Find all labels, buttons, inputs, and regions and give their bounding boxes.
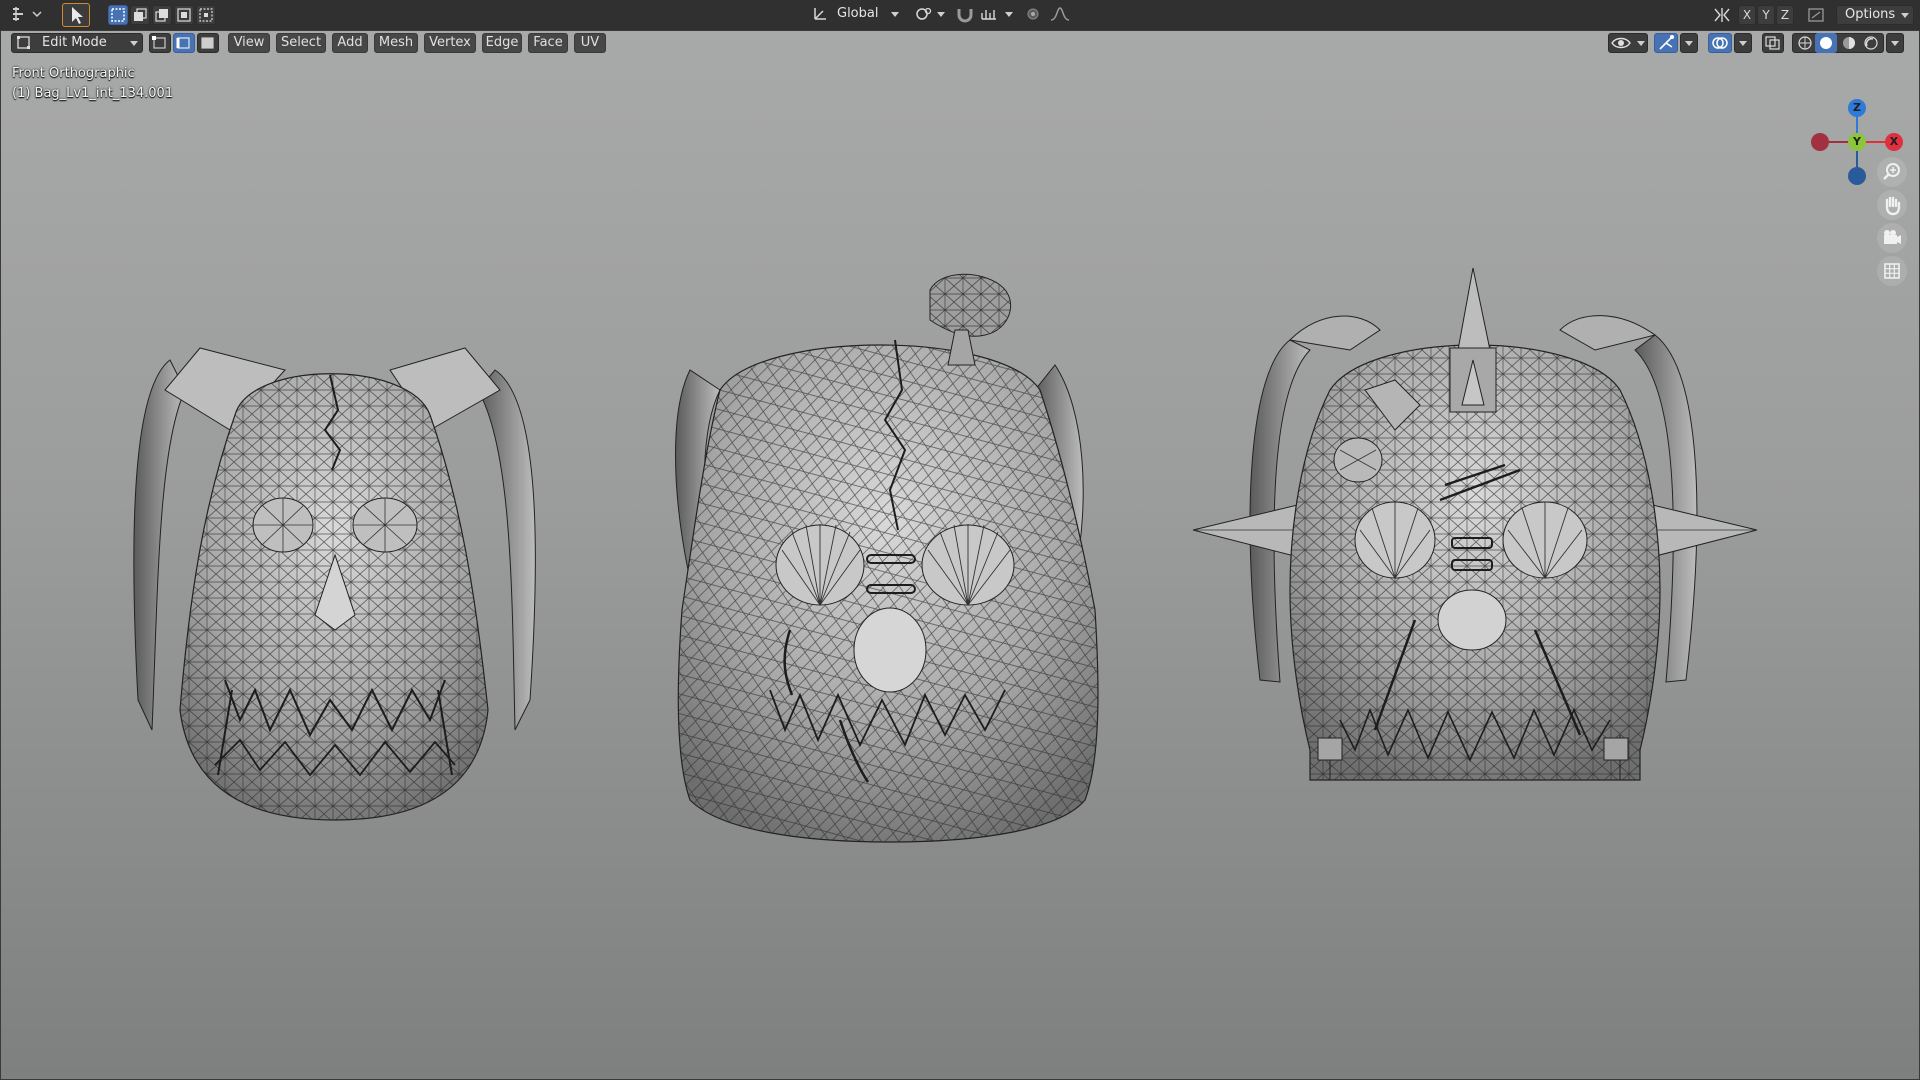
scene-canvas[interactable] <box>0 30 1920 1080</box>
options-label: Options <box>1845 7 1896 22</box>
falloff-dropdown[interactable] <box>1048 4 1080 24</box>
select-intersect-icon <box>199 8 213 22</box>
falloff-curve-icon <box>1050 7 1070 21</box>
select-set-icon <box>111 8 125 22</box>
mirror-icon <box>1714 8 1730 22</box>
mode-extend-button[interactable] <box>130 5 150 25</box>
orientation-axes-icon <box>814 8 826 20</box>
mode-invert-button[interactable] <box>174 5 194 25</box>
mode-subtract-button[interactable] <box>152 5 172 25</box>
mode-set-button[interactable] <box>108 5 128 25</box>
select-subtract-icon <box>155 9 168 22</box>
3d-viewport[interactable]: Edit Mode View Select Add Mesh Vertex Ed… <box>0 30 1920 1080</box>
blender-window: Global X Y Z Options Edit Mode View Sele… <box>0 0 1920 1080</box>
mirror-z-toggle[interactable]: Z <box>1776 5 1794 25</box>
chevron-down-icon <box>937 12 945 17</box>
options-dropdown[interactable]: Options <box>1836 5 1914 25</box>
skull-backpack-left[interactable] <box>133 347 536 821</box>
chevron-down-icon <box>1005 12 1013 17</box>
pivot-icon <box>916 7 932 20</box>
editor-type-button[interactable] <box>6 4 44 24</box>
proportional-edit-toggle[interactable] <box>1022 4 1044 24</box>
editor-type-icon <box>13 7 42 21</box>
magnet-icon <box>957 9 973 23</box>
select-extend-icon <box>134 8 147 21</box>
transform-orientation-label: Global <box>837 6 879 21</box>
select-invert-icon <box>177 8 191 22</box>
snap-target-dropdown[interactable] <box>978 4 1014 24</box>
mirror-y-toggle[interactable]: Y <box>1757 5 1775 25</box>
tool-header: Global X Y Z Options <box>0 0 1920 31</box>
pivot-point-dropdown[interactable] <box>912 4 946 24</box>
skull-backpack-center[interactable] <box>675 273 1099 843</box>
mirror-x-toggle[interactable]: X <box>1738 5 1756 25</box>
select-tool-button[interactable] <box>62 3 90 27</box>
transform-orientation-dropdown[interactable]: Global <box>806 4 902 24</box>
mode-intersect-button[interactable] <box>196 5 216 25</box>
chevron-down-icon <box>1901 13 1909 18</box>
auto-merge-icon[interactable] <box>1806 6 1826 24</box>
proportional-dot-icon <box>1027 8 1039 20</box>
chevron-down-icon <box>891 12 899 17</box>
snap-toggle[interactable] <box>954 4 976 24</box>
skull-backpack-right[interactable] <box>1192 267 1758 781</box>
snap-increment-icon <box>981 10 996 20</box>
cursor-icon <box>72 7 83 24</box>
